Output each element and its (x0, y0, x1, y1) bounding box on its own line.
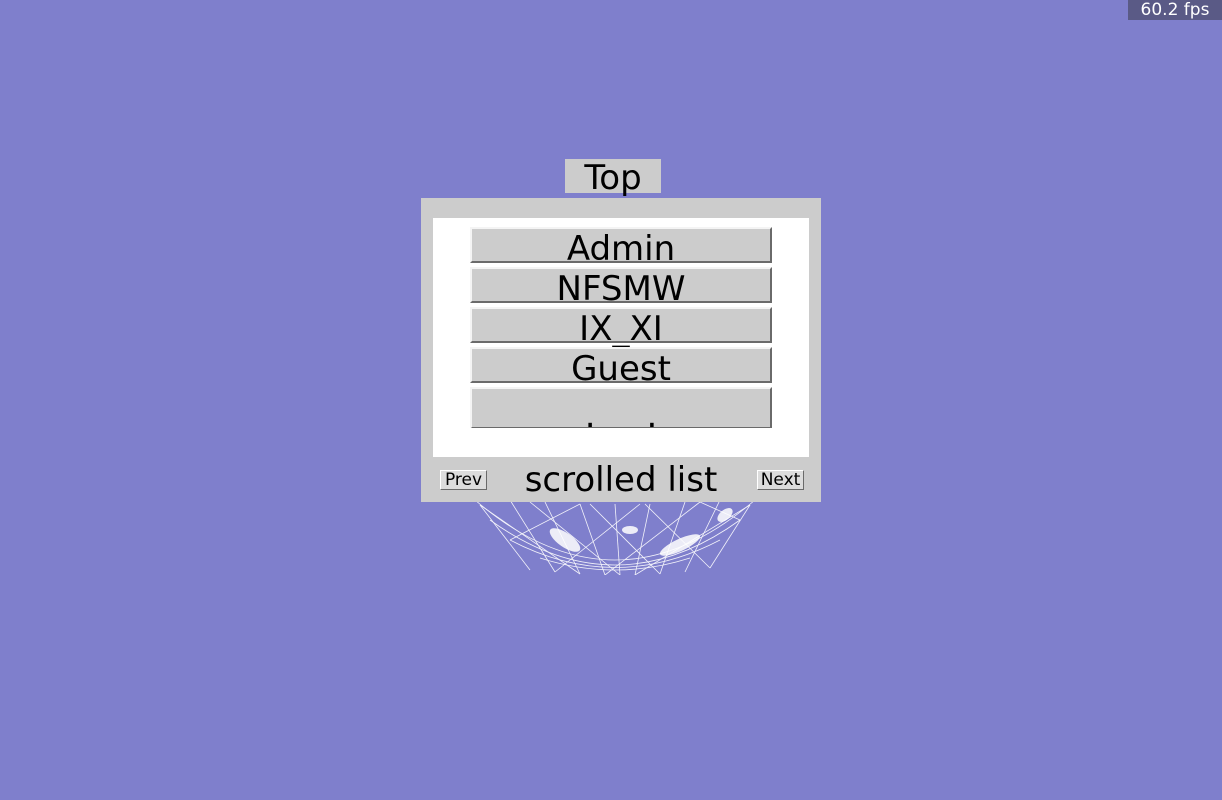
prev-button[interactable]: Prev (440, 470, 487, 490)
fps-counter: 60.2 fps (1128, 0, 1222, 20)
list-area: Admin NFSMW IX_XI Guest .___. (433, 218, 809, 457)
top-button[interactable]: Top (565, 159, 661, 197)
list-item[interactable]: .___. (470, 387, 772, 428)
scrolled-list-panel: Admin NFSMW IX_XI Guest .___. Prev scrol… (421, 198, 821, 502)
list-viewport[interactable]: Admin NFSMW IX_XI Guest .___. (468, 225, 778, 428)
list-item[interactable]: Guest (470, 347, 772, 389)
list-item[interactable]: NFSMW (470, 267, 772, 309)
list-title: scrolled list (524, 460, 718, 500)
next-button[interactable]: Next (757, 470, 804, 490)
list-item[interactable]: Admin (470, 227, 772, 269)
list-item[interactable]: IX_XI (470, 307, 772, 349)
